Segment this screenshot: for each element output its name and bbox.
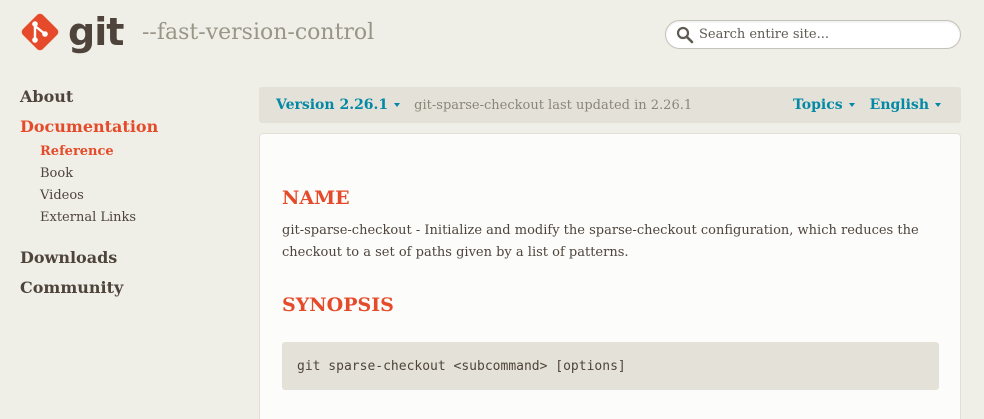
- version-bar-actions: Topics English: [793, 97, 941, 113]
- synopsis-code: git sparse-checkout <subcommand> [option…: [297, 358, 626, 374]
- synopsis-code-block: git sparse-checkout <subcommand> [option…: [282, 342, 939, 390]
- search-input[interactable]: [699, 22, 939, 47]
- page: git --fast-version-control About Documen…: [0, 0, 984, 419]
- language-dropdown[interactable]: English: [870, 97, 941, 113]
- version-dropdown[interactable]: Version 2.26.1: [276, 97, 401, 113]
- sidebar-item-downloads[interactable]: Downloads: [20, 247, 240, 269]
- subnav-item-videos[interactable]: Videos: [40, 185, 240, 207]
- synopsis-heading: SYNOPSIS: [282, 294, 394, 316]
- sidebar-item-documentation[interactable]: Documentation: [20, 116, 240, 138]
- subnav-item-book[interactable]: Book: [40, 163, 240, 185]
- subnav-item-reference[interactable]: Reference: [40, 141, 240, 163]
- git-logo-icon: [21, 13, 59, 51]
- caret-down-icon: [848, 103, 855, 107]
- version-bar: Version 2.26.1 git-sparse-checkout last …: [259, 87, 961, 123]
- search-box[interactable]: [665, 20, 961, 49]
- sidebar-item-about[interactable]: About: [20, 86, 240, 108]
- sidebar-nav: About Documentation Reference Book Video…: [20, 86, 240, 299]
- documentation-subnav: Reference Book Videos External Links: [40, 141, 240, 229]
- last-updated-text: git-sparse-checkout last updated in 2.26…: [414, 97, 693, 113]
- language-label: English: [869, 97, 929, 113]
- logo-wordmark: git: [68, 10, 124, 54]
- subnav-item-external-links[interactable]: External Links: [40, 207, 240, 229]
- name-heading: NAME: [282, 187, 350, 209]
- search-icon: [676, 26, 694, 43]
- sidebar-item-community[interactable]: Community: [20, 277, 240, 299]
- site-logo[interactable]: git: [20, 10, 124, 54]
- version-label: Version 2.26.1: [276, 97, 389, 113]
- caret-down-icon: [935, 103, 941, 107]
- caret-down-icon: [394, 103, 401, 107]
- main-content: NAME git-sparse-checkout - Initialize an…: [259, 133, 961, 419]
- topics-dropdown[interactable]: Topics: [793, 97, 855, 113]
- name-description: git-sparse-checkout - Initialize and mod…: [282, 223, 919, 260]
- site-tagline: --fast-version-control: [142, 20, 375, 45]
- topics-label: Topics: [792, 97, 843, 113]
